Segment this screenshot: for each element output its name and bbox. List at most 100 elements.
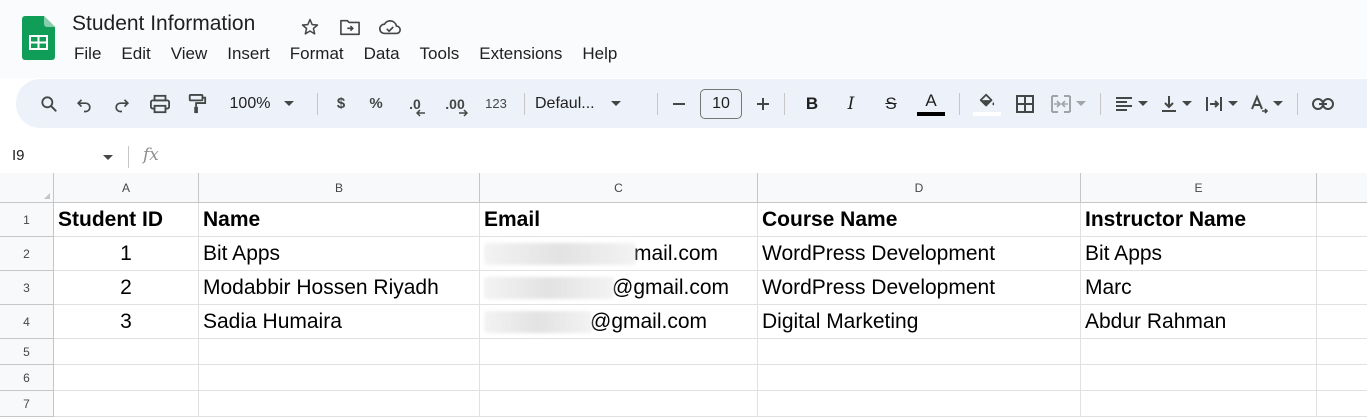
percent-format-button[interactable]: %: [356, 88, 396, 120]
cell-d5[interactable]: [758, 339, 1081, 365]
menu-edit[interactable]: Edit: [111, 42, 160, 66]
cell-c4[interactable]: @gmail.com: [480, 305, 758, 339]
cell-c7[interactable]: [480, 391, 758, 417]
increase-decimal-button[interactable]: .00: [434, 88, 476, 120]
row-header-2[interactable]: 2: [0, 237, 54, 271]
column-header-f[interactable]: [1317, 173, 1367, 203]
move-to-folder-icon[interactable]: [336, 14, 364, 40]
more-formats-button[interactable]: 123: [476, 88, 516, 120]
cell-b2[interactable]: Bit Apps: [199, 237, 480, 271]
menu-insert[interactable]: Insert: [217, 42, 280, 66]
cell-a4[interactable]: 3: [54, 305, 199, 339]
print-icon[interactable]: [141, 88, 179, 120]
column-header-d[interactable]: D: [758, 173, 1081, 203]
decrease-decimal-button[interactable]: .0: [396, 88, 434, 120]
text-wrapping-icon[interactable]: [1199, 88, 1243, 120]
insert-link-icon[interactable]: [1306, 88, 1340, 120]
font-select[interactable]: Defaul...: [533, 88, 649, 120]
italic-button[interactable]: I: [831, 88, 871, 120]
row-header-3[interactable]: 3: [0, 271, 54, 305]
row-header-4[interactable]: 4: [0, 305, 54, 339]
menu-file[interactable]: File: [64, 42, 111, 66]
cell-f2[interactable]: [1317, 237, 1367, 271]
cell-e7[interactable]: [1081, 391, 1317, 417]
bold-button[interactable]: B: [793, 88, 831, 120]
cell-c1[interactable]: Email: [480, 203, 758, 237]
borders-icon[interactable]: [1006, 88, 1044, 120]
row-header-1[interactable]: 1: [0, 203, 54, 237]
cell-d2[interactable]: WordPress Development: [758, 237, 1081, 271]
column-header-b[interactable]: B: [199, 173, 480, 203]
horizontal-align-icon[interactable]: [1109, 88, 1153, 120]
cell-c6[interactable]: [480, 365, 758, 391]
cell-f6[interactable]: [1317, 365, 1367, 391]
strikethrough-button[interactable]: S: [871, 88, 911, 120]
cell-c3[interactable]: @gmail.com: [480, 271, 758, 305]
zoom-select[interactable]: 100%: [215, 88, 309, 120]
cell-d3[interactable]: WordPress Development: [758, 271, 1081, 305]
fill-color-icon[interactable]: [968, 88, 1006, 120]
column-header-c[interactable]: C: [480, 173, 758, 203]
cell-e2[interactable]: Bit Apps: [1081, 237, 1317, 271]
menu-format[interactable]: Format: [280, 42, 354, 66]
decrease-font-size-icon[interactable]: [666, 88, 692, 120]
column-header-a[interactable]: A: [54, 173, 199, 203]
chevron-down-icon[interactable]: [103, 155, 113, 160]
menu-extensions[interactable]: Extensions: [469, 42, 572, 66]
document-title[interactable]: Student Information: [72, 12, 255, 36]
paint-format-icon[interactable]: [179, 88, 215, 120]
menu-view[interactable]: View: [161, 42, 218, 66]
text-rotation-icon[interactable]: [1243, 88, 1289, 120]
cell-a6[interactable]: [54, 365, 199, 391]
cell-d4[interactable]: Digital Marketing: [758, 305, 1081, 339]
menu-data[interactable]: Data: [354, 42, 410, 66]
redo-icon[interactable]: [103, 88, 141, 120]
sheets-logo-icon[interactable]: [22, 16, 55, 60]
cell-c5[interactable]: [480, 339, 758, 365]
row-header-7[interactable]: 7: [0, 391, 54, 417]
cell-f1[interactable]: [1317, 203, 1367, 237]
cell-a2[interactable]: 1: [54, 237, 199, 271]
cell-b5[interactable]: [199, 339, 480, 365]
text-color-button[interactable]: A: [911, 88, 951, 120]
cell-b1[interactable]: Name: [199, 203, 480, 237]
undo-icon[interactable]: [65, 88, 103, 120]
menu-tools[interactable]: Tools: [410, 42, 470, 66]
cell-e6[interactable]: [1081, 365, 1317, 391]
cell-e3[interactable]: Marc: [1081, 271, 1317, 305]
cell-c2[interactable]: mail.com: [480, 237, 758, 271]
currency-format-button[interactable]: $: [326, 88, 356, 120]
font-size-input[interactable]: 10: [700, 88, 742, 119]
cell-f7[interactable]: [1317, 391, 1367, 417]
column-header-e[interactable]: E: [1081, 173, 1317, 203]
toolbar-divider: [657, 92, 658, 115]
cell-e1[interactable]: Instructor Name: [1081, 203, 1317, 237]
cell-d7[interactable]: [758, 391, 1081, 417]
cell-f3[interactable]: [1317, 271, 1367, 305]
cell-a3[interactable]: 2: [54, 271, 199, 305]
menu-help[interactable]: Help: [572, 42, 627, 66]
cell-e4[interactable]: Abdur Rahman: [1081, 305, 1317, 339]
cell-b3[interactable]: Modabbir Hossen Riyadh: [199, 271, 480, 305]
cloud-saved-icon[interactable]: [376, 14, 404, 40]
search-menus-icon[interactable]: [33, 88, 65, 120]
cell-a1[interactable]: Student ID: [54, 203, 199, 237]
cell-a7[interactable]: [54, 391, 199, 417]
star-icon[interactable]: [296, 14, 324, 40]
cell-b6[interactable]: [199, 365, 480, 391]
cell-d1[interactable]: Course Name: [758, 203, 1081, 237]
name-box[interactable]: I9: [12, 147, 25, 164]
cell-b4[interactable]: Sadia Humaira: [199, 305, 480, 339]
cell-d6[interactable]: [758, 365, 1081, 391]
merge-cells-icon[interactable]: [1044, 88, 1092, 120]
cell-f5[interactable]: [1317, 339, 1367, 365]
cell-a5[interactable]: [54, 339, 199, 365]
vertical-align-icon[interactable]: [1153, 88, 1199, 120]
increase-font-size-icon[interactable]: [750, 88, 776, 120]
cell-e5[interactable]: [1081, 339, 1317, 365]
row-header-5[interactable]: 5: [0, 339, 54, 365]
cell-b7[interactable]: [199, 391, 480, 417]
row-header-6[interactable]: 6: [0, 365, 54, 391]
select-all-corner[interactable]: [0, 173, 54, 203]
cell-f4[interactable]: [1317, 305, 1367, 339]
